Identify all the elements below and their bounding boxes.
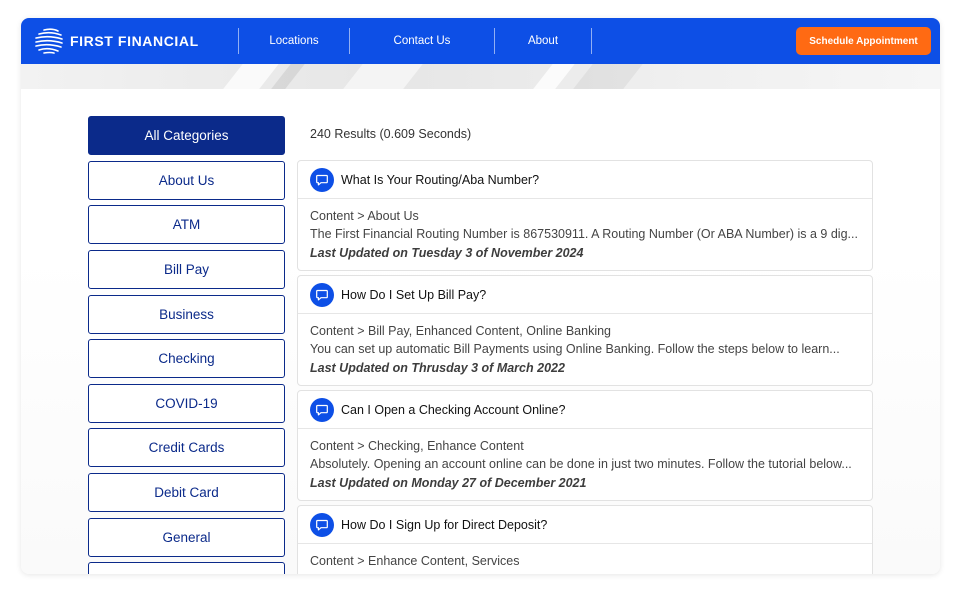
result-updated-date: Last Updated on Monday 27 of December 20…	[310, 476, 587, 490]
result-category: Content > Checking, Enhance Content	[310, 439, 524, 453]
hero-stripe	[561, 64, 651, 89]
result-title: Can I Open a Checking Account Online?	[341, 402, 566, 417]
category-covid-19-button[interactable]: COVID-19	[88, 384, 285, 423]
result-snippet: Absolutely. Opening an account online ca…	[310, 457, 852, 471]
category-credit-cards-button[interactable]: Credit Cards	[88, 428, 285, 467]
chat-bubble-icon	[310, 512, 334, 537]
category-business-button[interactable]: Business	[88, 295, 285, 334]
app-window: FIRST FINANCIAL Locations Contact Us Abo…	[21, 18, 940, 574]
category-about-us-button[interactable]: About Us	[88, 161, 285, 200]
nav-divider	[591, 28, 592, 54]
hero-stripe	[521, 64, 583, 89]
nav-contact-us-link[interactable]: Contact Us	[350, 18, 494, 64]
result-category: Content > Bill Pay, Enhanced Content, On…	[310, 324, 612, 338]
chat-bubble-icon	[310, 282, 334, 307]
category-all-button[interactable]: All Categories	[88, 116, 285, 155]
hero-banner	[21, 64, 940, 89]
result-card: How Do I Sign Up for Direct Deposit? Con…	[297, 505, 873, 574]
category-more-button[interactable]	[88, 562, 285, 574]
hero-stripe	[331, 64, 431, 89]
brand-name: FIRST FINANCIAL	[70, 33, 199, 49]
result-updated-date: Last Updated on Tuesday 3 of November 20…	[310, 246, 584, 260]
result-title: How Do I Set Up Bill Pay?	[341, 287, 487, 302]
nav-locations-link[interactable]: Locations	[239, 18, 349, 64]
result-card: What Is Your Routing/Aba Number? Content…	[297, 160, 873, 271]
result-title-row[interactable]: How Do I Set Up Bill Pay?	[298, 276, 872, 314]
result-updated-date: Last Updated on Thrusday 3 of March 2022	[310, 361, 565, 375]
category-general-button[interactable]: General	[88, 518, 285, 557]
category-atm-button[interactable]: ATM	[88, 205, 285, 244]
category-bill-pay-button[interactable]: Bill Pay	[88, 250, 285, 289]
result-title-row[interactable]: Can I Open a Checking Account Online?	[298, 391, 872, 429]
result-card: Can I Open a Checking Account Online? Co…	[297, 390, 873, 501]
category-debit-card-button[interactable]: Debit Card	[88, 473, 285, 512]
globe-logo-icon	[35, 28, 63, 54]
schedule-appointment-button[interactable]: Schedule Appointment	[796, 27, 931, 55]
brand-logo[interactable]: FIRST FINANCIAL	[34, 27, 199, 55]
result-title: What Is Your Routing/Aba Number?	[341, 172, 540, 187]
result-category: Content > Enhance Content, Services	[310, 554, 520, 568]
result-category: Content > About Us	[310, 209, 419, 223]
result-title-row[interactable]: How Do I Sign Up for Direct Deposit?	[298, 506, 872, 544]
results-count: 240 Results (0.609 Seconds)	[310, 127, 472, 141]
result-card: How Do I Set Up Bill Pay? Content > Bill…	[297, 275, 873, 386]
top-nav-bar: FIRST FINANCIAL Locations Contact Us Abo…	[21, 18, 940, 64]
result-snippet: The First Financial Routing Number is 86…	[310, 227, 858, 241]
nav-about-link[interactable]: About	[495, 18, 591, 64]
category-checking-button[interactable]: Checking	[88, 339, 285, 378]
chat-bubble-icon	[310, 397, 334, 422]
chat-bubble-icon	[310, 167, 334, 192]
result-title-row[interactable]: What Is Your Routing/Aba Number?	[298, 161, 872, 199]
result-snippet: You can set up automatic Bill Payments u…	[310, 342, 840, 356]
result-title: How Do I Sign Up for Direct Deposit?	[341, 517, 548, 532]
